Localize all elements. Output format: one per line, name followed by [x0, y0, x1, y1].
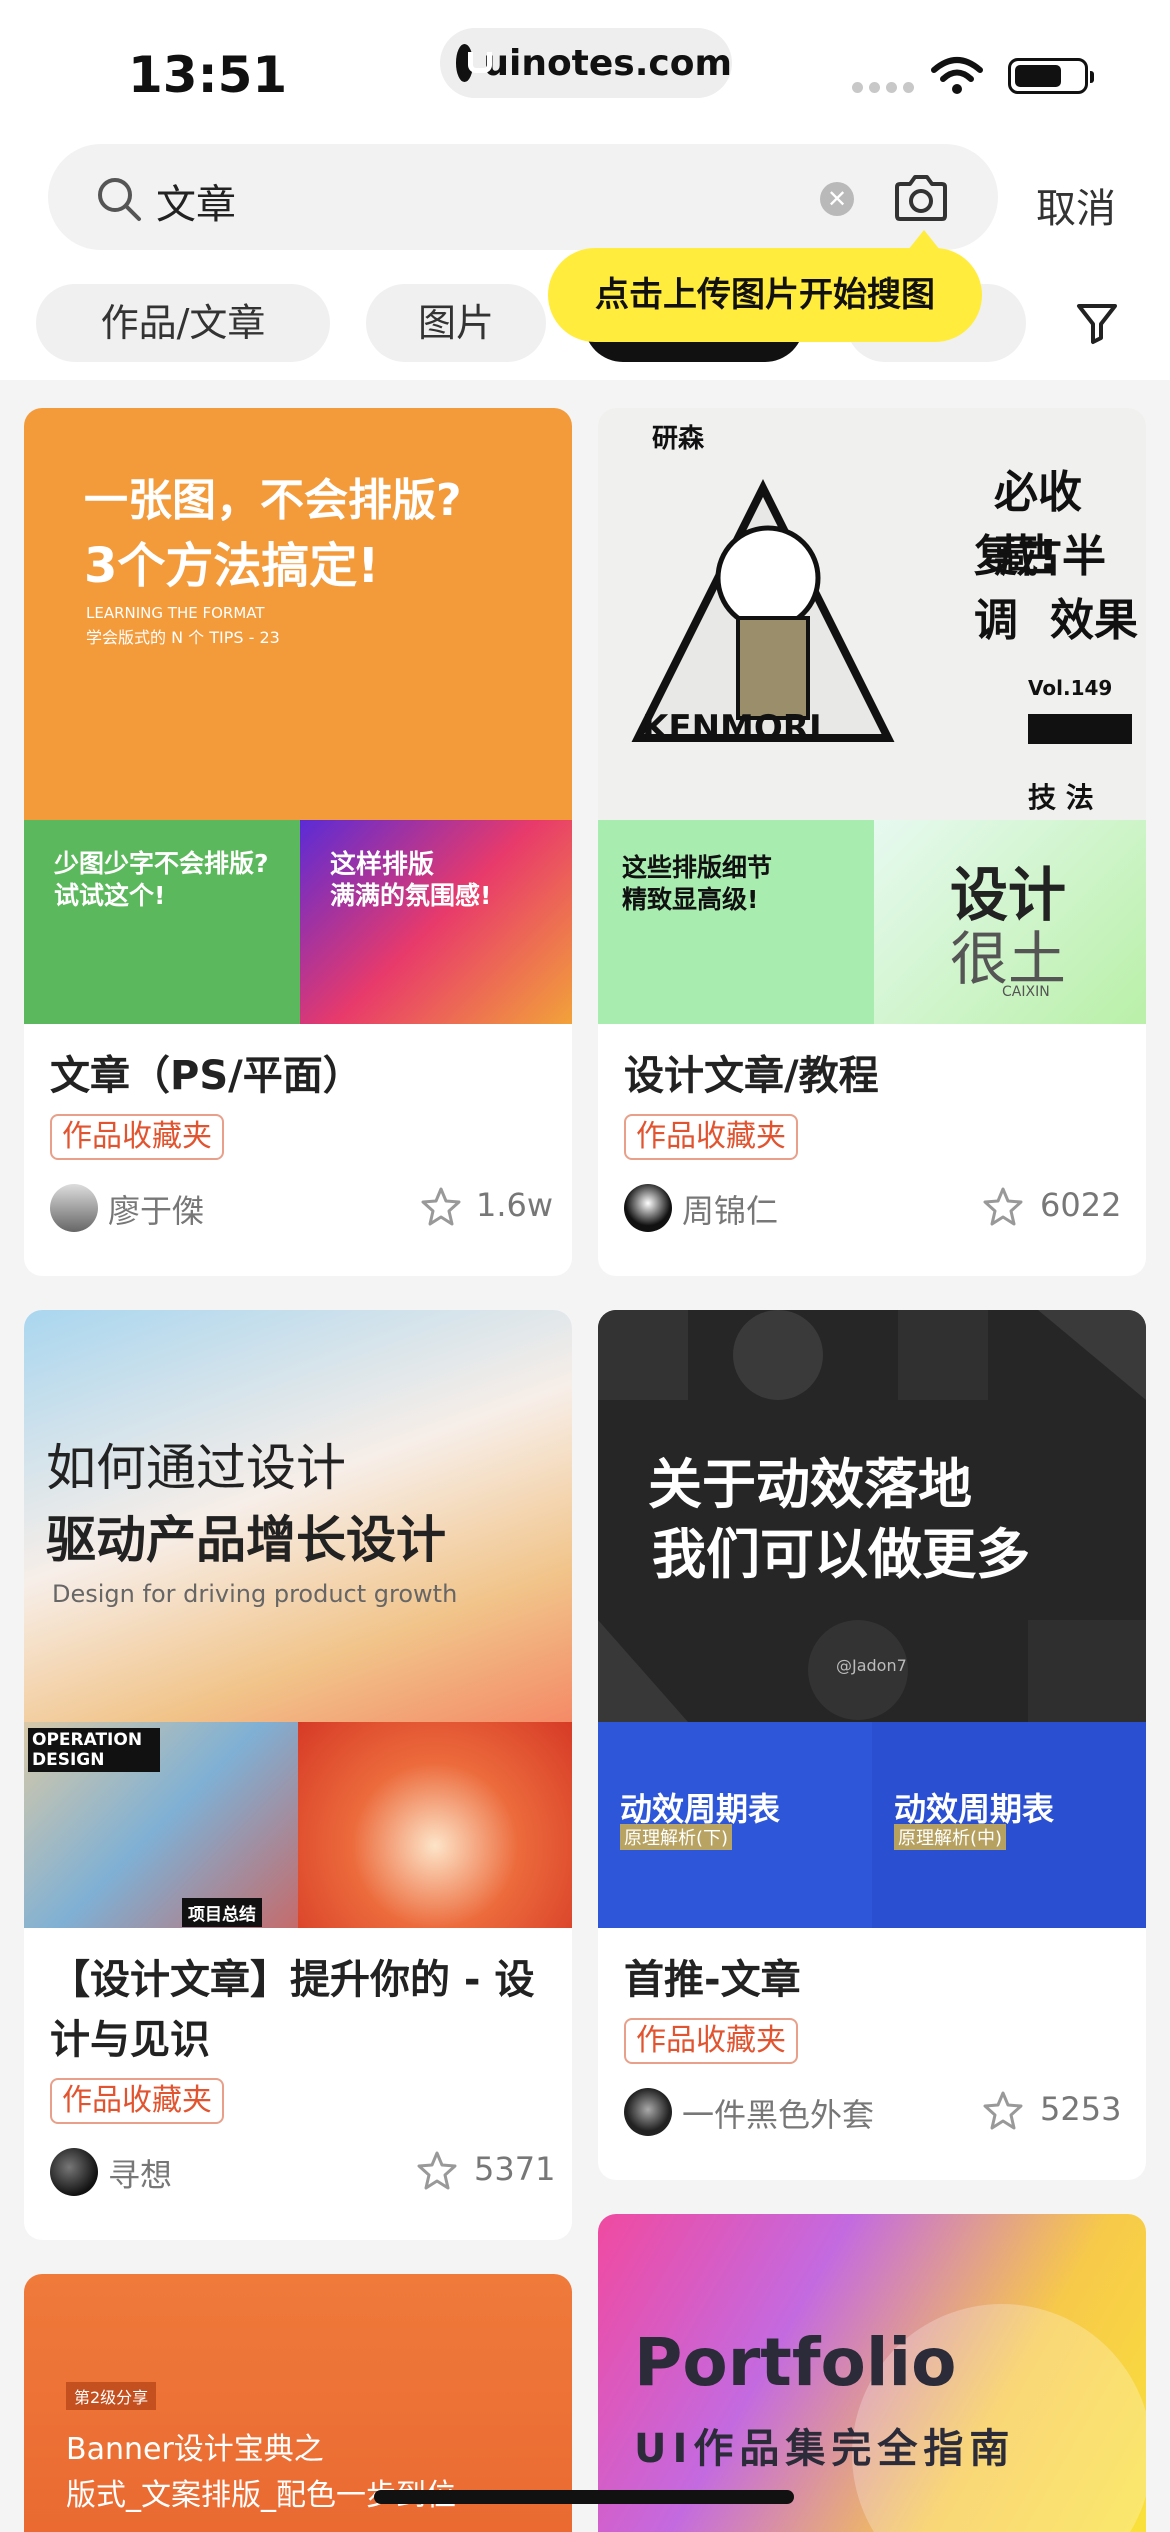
status-time: 13:51	[128, 46, 288, 104]
card-cover: 如何通过设计 驱动产品增长设计 Design for driving produ…	[24, 1310, 572, 1928]
tag-badge: 作品收藏夹	[50, 2078, 224, 2124]
site-logo-icon	[456, 44, 493, 82]
cover-caption: 第2级分享	[66, 2382, 157, 2410]
card-meta: 周锦仁 6022	[598, 1160, 1146, 1250]
star-count: 1.6w	[476, 1186, 554, 1224]
cover-caption: 原理解析(中)	[894, 1824, 1007, 1850]
cellular-signal-icon	[852, 82, 914, 93]
avatar[interactable]	[624, 2088, 672, 2136]
card-title: 首推-文章	[624, 1957, 801, 2003]
tag-badge: 作品收藏夹	[50, 1114, 224, 1160]
cover-headline: 少图少字不会排版?	[54, 849, 269, 878]
cover-headline: 满满的氛围感!	[330, 881, 492, 910]
cover-brand: 研森	[652, 424, 705, 454]
card-title: 【设计文章】提升你的 - 设计与见识	[50, 1957, 535, 2063]
cover-headline: 这些排版细节	[622, 853, 773, 882]
author-name[interactable]: 周锦仁	[682, 1186, 778, 1232]
card-cover: 研森 KENMORI 必收藏! 复古半调 效果 Vol.149 技 法 这些排版…	[598, 408, 1146, 1024]
cover-caption: OPERATION DESIGN	[28, 1728, 160, 1772]
avatar[interactable]	[624, 1184, 672, 1232]
card-meta: 寻想 5371	[24, 2124, 572, 2214]
card-cover: Portfolio UI作品集完全指南	[598, 2214, 1146, 2532]
url-bar[interactable]: uinotes.com	[440, 28, 732, 98]
cover-caption: Design for driving product growth	[52, 1580, 458, 1608]
cover-caption: 原理解析(下)	[620, 1824, 733, 1850]
collection-card[interactable]: 研森 KENMORI 必收藏! 复古半调 效果 Vol.149 技 法 这些排版…	[598, 408, 1146, 1276]
cover-headline: 驱动产品增长设计	[46, 1511, 446, 1569]
card-title: 设计文章/教程	[624, 1053, 879, 1099]
card-meta: 廖于傑 1.6w	[24, 1160, 572, 1250]
author-name[interactable]: 一件黑色外套	[682, 2090, 874, 2136]
image-search-tooltip[interactable]: 点击上传图片开始搜图	[548, 230, 982, 342]
card-meta: 一件黑色外套 5253	[598, 2064, 1146, 2154]
status-bar: 13:51 uinotes.com	[0, 0, 1170, 140]
cover-caption: LEARNING THE FORMAT	[86, 604, 265, 622]
cover-headline: 效果	[1050, 595, 1138, 646]
clear-icon[interactable]: ✕	[820, 182, 854, 216]
cover-headline: 一张图，不会排版?	[84, 475, 462, 526]
collection-card[interactable]: 如何通过设计 驱动产品增长设计 Design for driving produ…	[24, 1310, 572, 2240]
cancel-button[interactable]: 取消	[1036, 176, 1116, 234]
card-cover: 一张图，不会排版? 3个方法搞定! LEARNING THE FORMAT 学会…	[24, 408, 572, 1024]
author-name[interactable]: 寻想	[108, 2150, 172, 2196]
cover-caption: Vol.149	[1028, 676, 1113, 700]
wifi-icon	[931, 57, 983, 94]
tab-works-articles[interactable]: 作品/文章	[36, 284, 330, 362]
collection-card[interactable]: Portfolio UI作品集完全指南	[598, 2214, 1146, 2532]
cover-caption: 技 法	[1028, 781, 1094, 814]
filter-icon[interactable]	[1074, 300, 1120, 346]
home-indicator	[374, 2490, 794, 2504]
cover-headline: 关于动效落地	[648, 1453, 972, 1516]
avatar[interactable]	[50, 1184, 98, 1232]
url-text: uinotes.com	[483, 42, 732, 84]
star-icon[interactable]	[420, 1186, 462, 1228]
cover-caption: 项目总结	[182, 1898, 262, 1927]
cover-headline: Portfolio	[634, 2324, 957, 2401]
cover-caption: 学会版式的 N 个 TIPS - 23	[86, 628, 280, 647]
collection-card[interactable]: 一张图，不会排版? 3个方法搞定! LEARNING THE FORMAT 学会…	[24, 408, 572, 1276]
card-cover: 关于动效落地 我们可以做更多 @Jadon7 动效周期表 原理解析(下) 动效周…	[598, 1310, 1146, 1928]
cover-brand: KENMORI	[642, 708, 822, 748]
card-title: 文章（PS/平面）	[50, 1053, 363, 1099]
star-icon[interactable]	[416, 2150, 458, 2192]
tag-badge: 作品收藏夹	[624, 1114, 798, 1160]
star-icon[interactable]	[982, 1186, 1024, 1228]
star-count: 5253	[1040, 2090, 1122, 2128]
battery-icon	[1008, 58, 1094, 94]
star-count: 5371	[474, 2150, 556, 2188]
cover-headline: 如何通过设计	[46, 1439, 346, 1497]
tag-badge: 作品收藏夹	[624, 2018, 798, 2064]
cover-headline: Banner设计宝典之	[66, 2432, 324, 2467]
author-name[interactable]: 廖于傑	[108, 1186, 204, 1232]
cover-headline: UI作品集完全指南	[634, 2426, 1016, 2472]
search-query: 文章	[156, 182, 236, 228]
cover-headline: 试试这个!	[54, 881, 166, 910]
search-row: 文章 ✕ 取消	[0, 140, 1170, 260]
avatar[interactable]	[50, 2148, 98, 2196]
cover-headline: 我们可以做更多	[652, 1523, 1030, 1586]
star-count: 6022	[1040, 1186, 1122, 1224]
collection-card[interactable]: 关于动效落地 我们可以做更多 @Jadon7 动效周期表 原理解析(下) 动效周…	[598, 1310, 1146, 2180]
cover-headline: 精致显高级!	[622, 885, 759, 914]
search-input[interactable]: 文章 ✕	[48, 144, 998, 250]
camera-icon[interactable]	[894, 172, 948, 222]
star-icon[interactable]	[982, 2090, 1024, 2132]
tab-images[interactable]: 图片	[366, 284, 546, 362]
cover-headline: 3个方法搞定!	[84, 538, 380, 594]
cover-caption: @Jadon7	[836, 1656, 907, 1675]
search-icon	[98, 178, 141, 221]
cover-caption: CAIXIN	[1002, 984, 1050, 1000]
